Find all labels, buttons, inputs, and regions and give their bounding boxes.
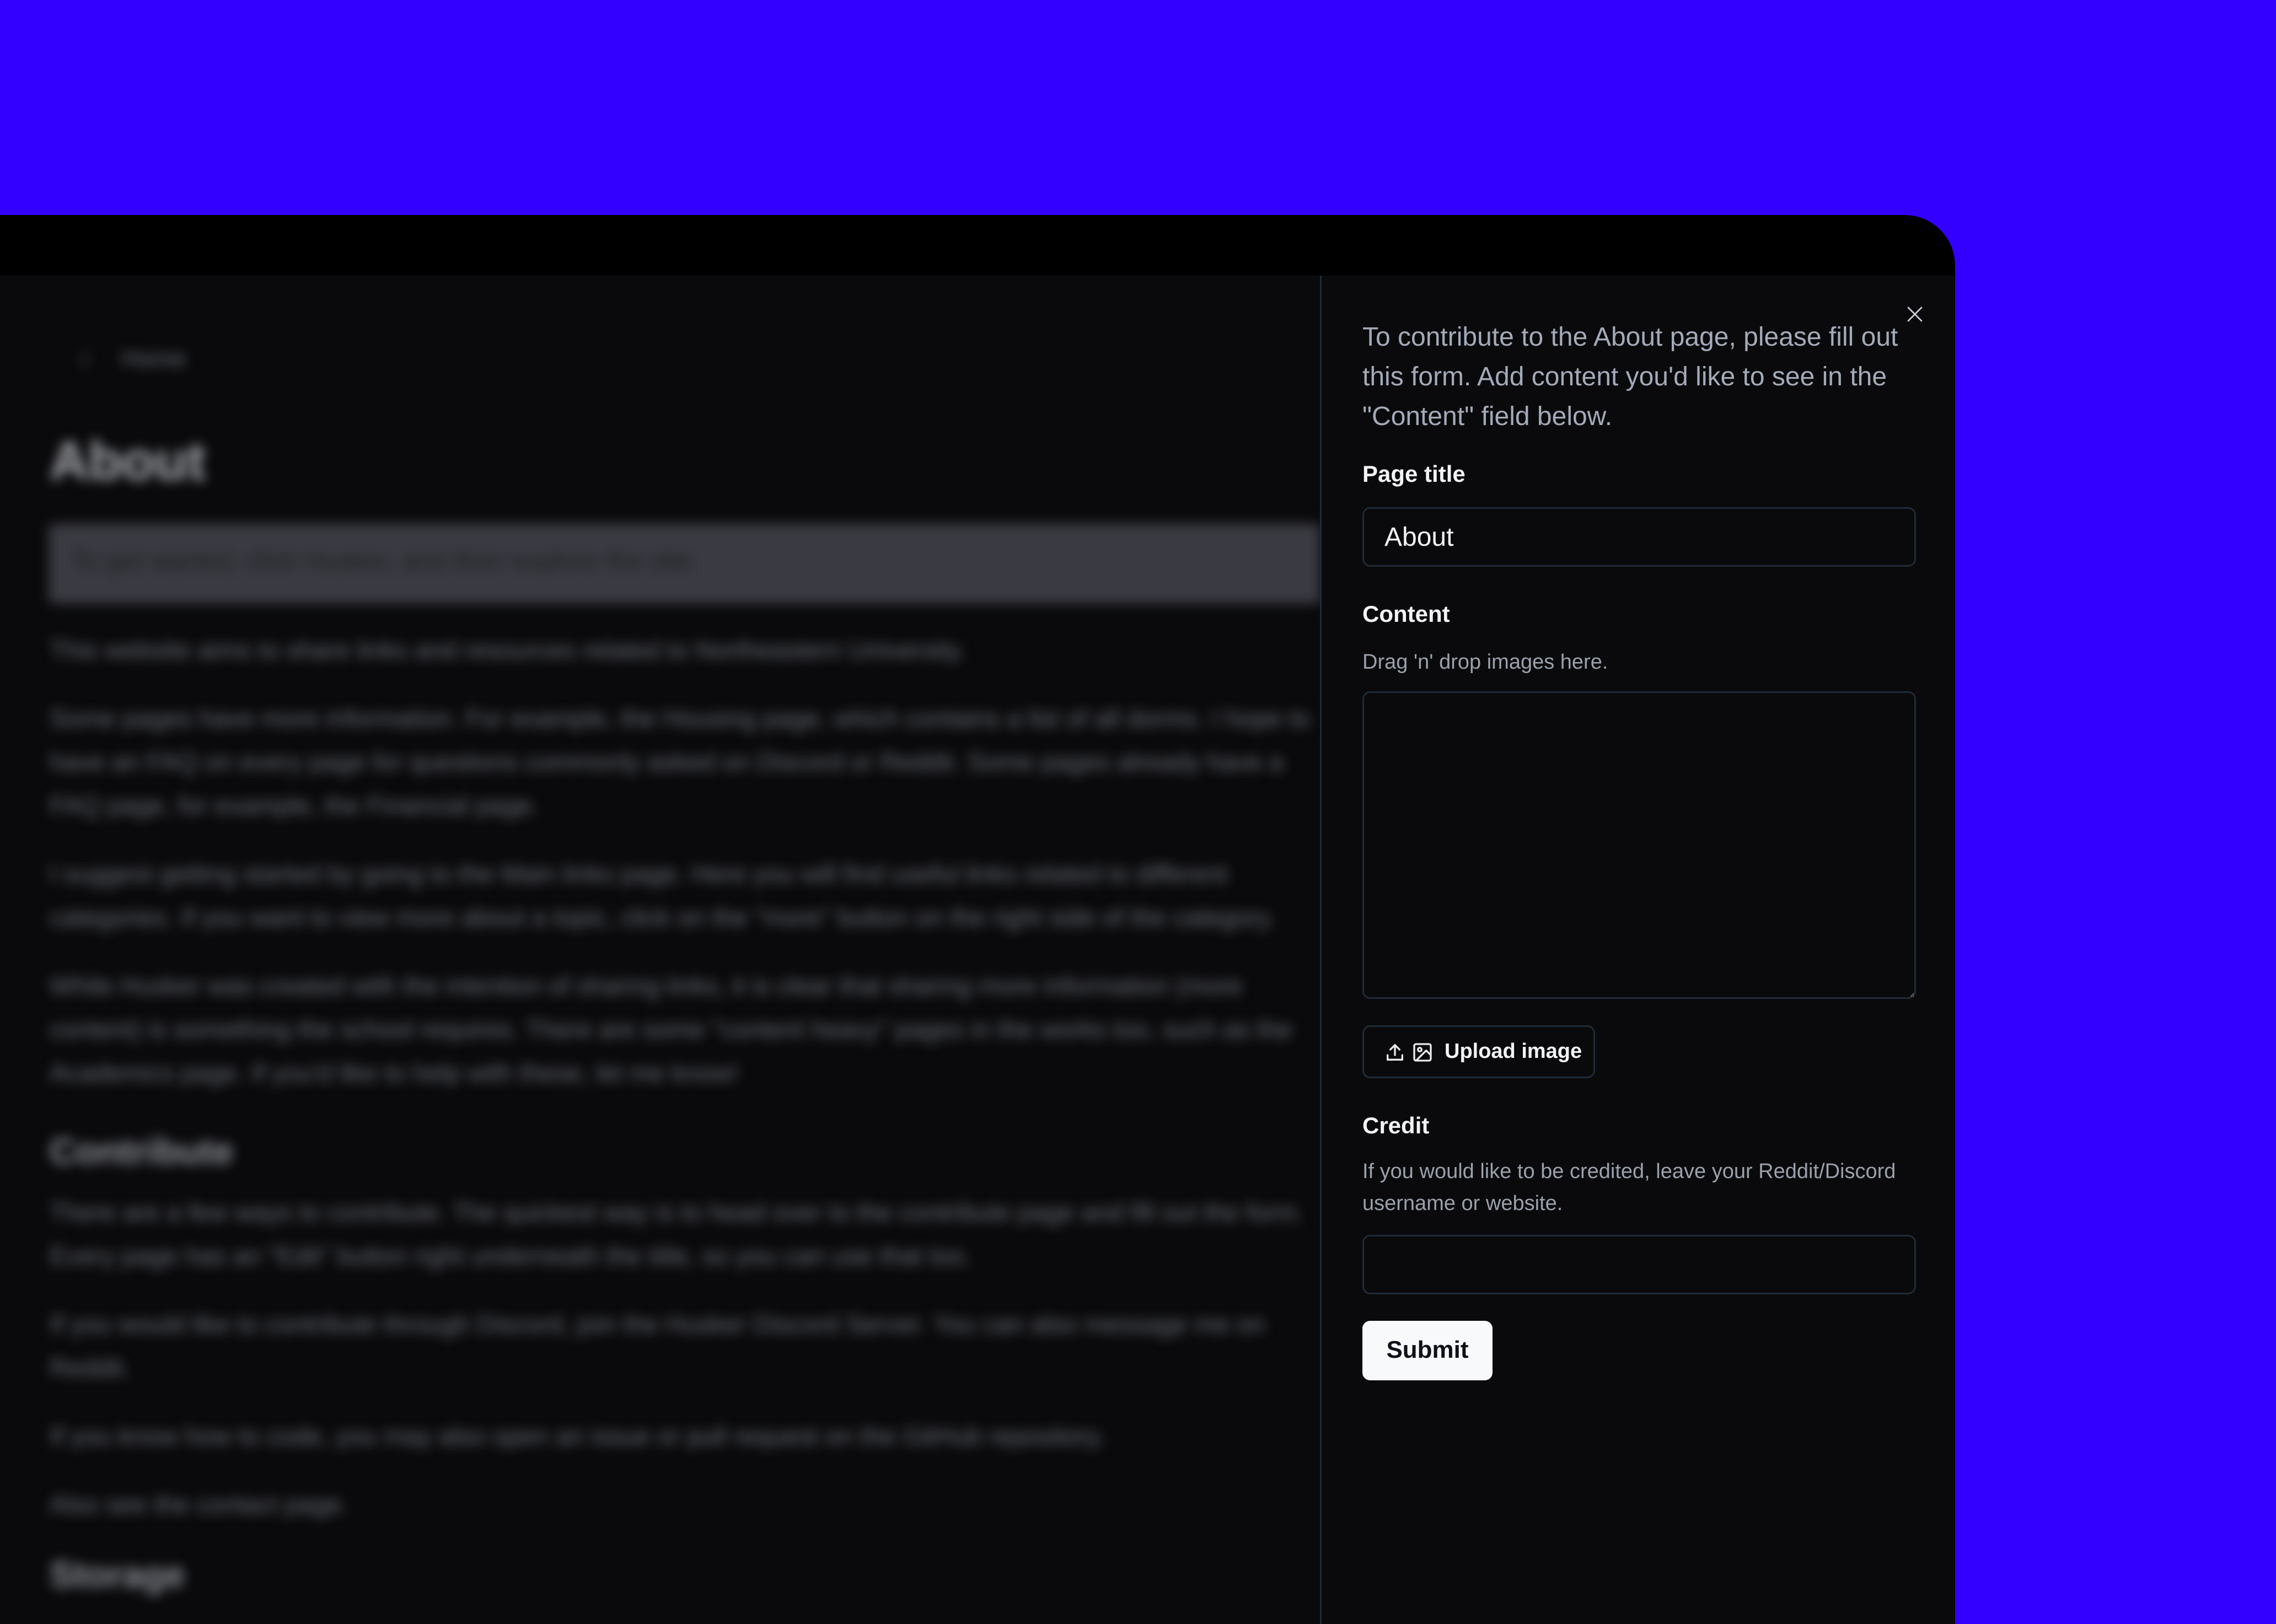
paragraph: I suggest getting started by going to th… [50, 859, 1228, 888]
paragraph: If you know how to code, you may also op… [50, 1422, 1105, 1450]
browser-window: Home About To get started, click Husker,… [0, 215, 1955, 1624]
section-heading: Contribute [50, 1131, 234, 1171]
paragraph: Every page has an "Edit" button right un… [50, 1241, 971, 1270]
chevron-left-icon [80, 350, 98, 368]
credit-input[interactable] [1362, 1235, 1916, 1294]
upload-icon [1387, 1044, 1403, 1061]
paragraph: If you would like to contribute through … [50, 1310, 1265, 1338]
image-icon [1413, 1043, 1432, 1062]
screen: Home About To get started, click Husker,… [0, 0, 2276, 1624]
content-hint: Drag 'n' drop images here. [1362, 650, 1608, 674]
breadcrumb[interactable]: Home [121, 345, 186, 373]
upload-image-button[interactable]: Upload image [1362, 1025, 1595, 1078]
info-banner: To get started, click Husker, and then e… [49, 524, 1320, 604]
upload-image-label: Upload image [1445, 1040, 1582, 1063]
paragraph: Academics page. If you'd like to help wi… [50, 1058, 738, 1087]
page-title-label: Page title [1362, 461, 1466, 487]
paragraph: content) is something the school require… [50, 1015, 1292, 1044]
form-intro: To contribute to the About page, please … [1362, 322, 1898, 431]
paragraph: This website aims to share links and res… [50, 636, 965, 664]
submit-button[interactable]: Submit [1362, 1321, 1493, 1380]
submit-label: Submit [1386, 1336, 1469, 1363]
contribute-drawer: To contribute to the About page, please … [1320, 276, 1955, 1624]
content-label: Content [1362, 601, 1450, 627]
content-textarea[interactable] [1362, 691, 1916, 999]
paragraph: While Husker was created with the intent… [50, 971, 1242, 1000]
paragraph: Also see the contact page. [50, 1490, 349, 1519]
paragraph: Some pages have more information. For ex… [50, 704, 1310, 733]
page-title: About [50, 431, 206, 491]
paragraph: FAQ page, for example, the Financial pag… [50, 791, 539, 820]
paragraph: There are a few ways to contribute. The … [50, 1198, 1304, 1227]
background-page: Home About To get started, click Husker,… [0, 276, 1320, 1624]
banner-text: To get started, click Husker, and then e… [71, 546, 699, 576]
paragraph: categories. If you want to view more abo… [50, 903, 1276, 932]
section-heading: Storage [50, 1554, 185, 1595]
paragraph: have an FAQ on every page for questions … [50, 748, 1284, 776]
paragraph: Reddit. [50, 1353, 130, 1382]
page-title-input[interactable] [1362, 507, 1916, 567]
viewport: Home About To get started, click Husker,… [0, 276, 1955, 1624]
credit-hint: If you would like to be credited, leave … [1362, 1160, 1896, 1215]
credit-label: Credit [1362, 1112, 1430, 1138]
